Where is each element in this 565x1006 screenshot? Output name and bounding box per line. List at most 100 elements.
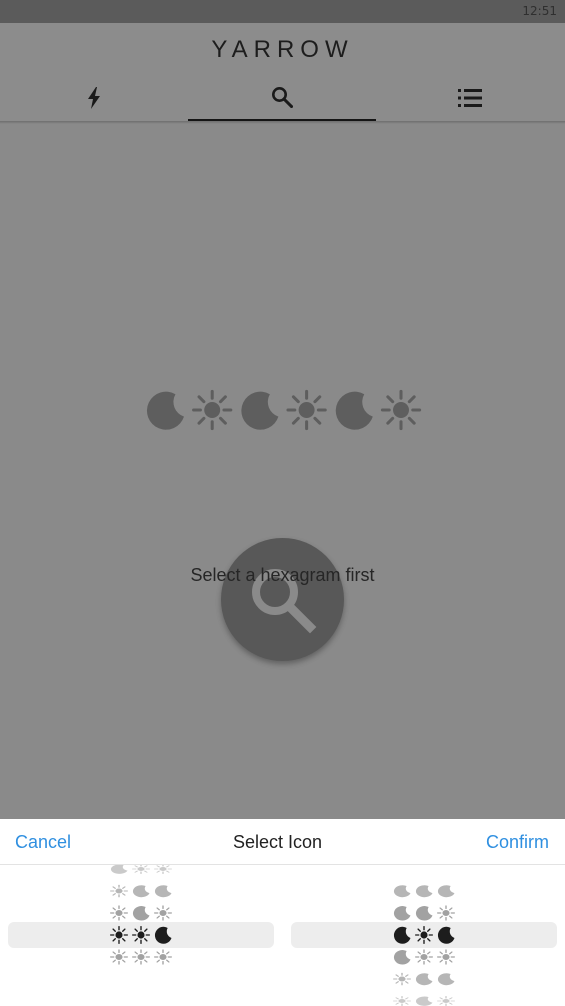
moon-icon bbox=[146, 391, 184, 430]
status-time: 12:51 bbox=[522, 4, 557, 18]
sun-icon bbox=[109, 925, 129, 945]
sun-icon bbox=[286, 389, 327, 431]
moon-icon bbox=[393, 906, 411, 921]
picker-row-glyph bbox=[109, 925, 129, 945]
tab-list[interactable] bbox=[376, 75, 564, 121]
moon-icon bbox=[393, 950, 411, 965]
picker-row-glyph bbox=[437, 885, 455, 898]
moon-icon bbox=[415, 906, 433, 921]
picker-row-glyph bbox=[392, 996, 412, 1006]
tab-search[interactable] bbox=[188, 75, 376, 121]
picker-row[interactable] bbox=[393, 905, 456, 921]
moon-icon bbox=[335, 391, 373, 430]
moon-icon bbox=[241, 391, 279, 430]
picker-row[interactable] bbox=[393, 925, 455, 945]
moon-icon bbox=[110, 865, 128, 874]
sun-icon bbox=[436, 949, 456, 965]
moon-icon bbox=[437, 973, 455, 986]
moon-icon bbox=[154, 926, 172, 944]
sun-icon bbox=[436, 905, 456, 921]
tab-flash[interactable] bbox=[0, 75, 188, 121]
sun-icon bbox=[153, 865, 173, 874]
picker-row-glyph bbox=[436, 996, 456, 1006]
picker-column-left[interactable] bbox=[0, 865, 282, 1006]
sun-icon bbox=[392, 996, 412, 1006]
confirm-button[interactable]: Confirm bbox=[486, 832, 549, 853]
main-content bbox=[0, 124, 565, 819]
sun-icon bbox=[109, 949, 129, 965]
picker-row-glyph bbox=[393, 885, 411, 898]
picker-row[interactable] bbox=[109, 925, 172, 945]
picker-row[interactable] bbox=[392, 996, 456, 1006]
moon-icon bbox=[132, 906, 150, 921]
picker-row-glyph bbox=[110, 865, 128, 874]
picker-row-glyph bbox=[109, 949, 129, 965]
app-bar: YARROW bbox=[0, 23, 565, 121]
lightning-icon bbox=[88, 87, 100, 109]
picker-row-glyph bbox=[393, 906, 411, 921]
picker-row-glyph bbox=[109, 884, 129, 898]
sun-icon bbox=[380, 389, 422, 431]
picker-wheel-right bbox=[392, 885, 456, 1006]
sun-icon bbox=[392, 972, 412, 986]
picker-row[interactable] bbox=[109, 884, 172, 898]
sheet-title: Select Icon bbox=[232, 832, 323, 852]
picker-row-glyph bbox=[392, 972, 412, 986]
sun-icon bbox=[414, 925, 434, 945]
picker-row-glyph bbox=[109, 905, 129, 921]
icon-picker-sheet: Cancel Select Icon Confirm bbox=[0, 819, 565, 1006]
moon-icon bbox=[415, 885, 433, 898]
picker-row-glyph bbox=[153, 905, 173, 921]
picker-row[interactable] bbox=[109, 905, 173, 921]
picker-row[interactable] bbox=[110, 865, 173, 874]
sun-icon bbox=[192, 389, 233, 431]
moon-icon bbox=[393, 885, 411, 898]
sun-icon bbox=[153, 905, 173, 921]
hexagram-icon-row bbox=[146, 389, 422, 431]
moon-icon bbox=[154, 885, 172, 898]
picker-row-glyph bbox=[131, 925, 151, 945]
picker-row-glyph bbox=[132, 885, 150, 898]
sun-icon bbox=[109, 884, 129, 898]
picker-row[interactable] bbox=[393, 949, 456, 965]
picker-row-glyph bbox=[153, 865, 173, 874]
moon-icon bbox=[132, 885, 150, 898]
sheet-header: Cancel Select Icon Confirm bbox=[0, 819, 565, 865]
picker-row-glyph bbox=[436, 905, 456, 921]
picker-row-glyph bbox=[131, 865, 151, 874]
picker-row-glyph bbox=[414, 949, 434, 965]
moon-icon bbox=[415, 973, 433, 986]
picker-row-glyph bbox=[153, 949, 173, 965]
picker-row-glyph bbox=[154, 926, 172, 944]
moon-icon bbox=[393, 926, 411, 944]
picker-row-glyph bbox=[415, 906, 433, 921]
app-title: YARROW bbox=[211, 36, 354, 63]
picker-row-glyph bbox=[437, 926, 455, 944]
picker-row-glyph bbox=[414, 925, 434, 945]
moon-icon bbox=[437, 885, 455, 898]
sun-icon bbox=[153, 949, 173, 965]
picker-row-glyph bbox=[415, 885, 433, 898]
moon-icon bbox=[415, 996, 433, 1006]
picker-row-glyph bbox=[436, 949, 456, 965]
picker-row-glyph bbox=[437, 973, 455, 986]
sun-icon bbox=[131, 925, 151, 945]
search-icon bbox=[272, 87, 293, 108]
picker-row-glyph bbox=[132, 906, 150, 921]
picker-column-right[interactable] bbox=[283, 865, 565, 1006]
picker-row-glyph bbox=[393, 926, 411, 944]
picker-row[interactable] bbox=[393, 885, 455, 898]
sun-icon bbox=[131, 865, 151, 874]
sun-icon bbox=[109, 905, 129, 921]
picker-row-glyph bbox=[415, 973, 433, 986]
picker-row[interactable] bbox=[109, 949, 173, 965]
picker-row-glyph bbox=[415, 996, 433, 1006]
sun-icon bbox=[436, 996, 456, 1006]
sun-icon bbox=[414, 949, 434, 965]
picker-row[interactable] bbox=[392, 972, 455, 986]
sun-icon bbox=[131, 949, 151, 965]
list-icon bbox=[458, 89, 482, 107]
picker-row-glyph bbox=[154, 885, 172, 898]
picker-wheel-left bbox=[109, 865, 173, 965]
empty-message: Select a hexagram first bbox=[190, 565, 375, 585]
